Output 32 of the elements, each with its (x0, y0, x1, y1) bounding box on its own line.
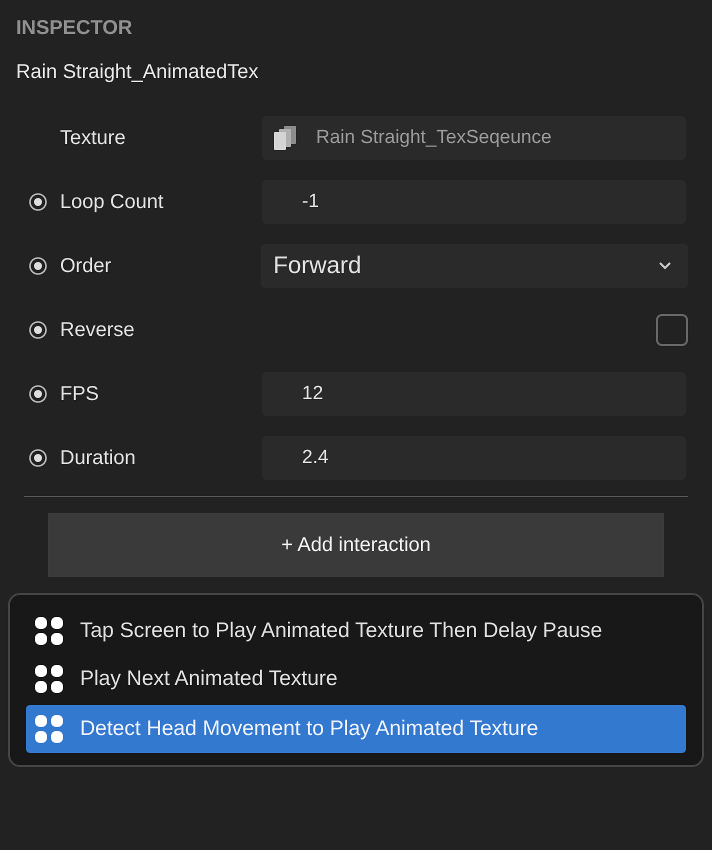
keyframe-radio-icon[interactable] (28, 448, 48, 468)
keyframe-radio-icon[interactable] (28, 384, 48, 404)
menu-item[interactable]: Tap Screen to Play Animated Texture Then Delay Pause (26, 607, 686, 655)
property-label: FPS (60, 382, 99, 407)
keyframe-radio-icon[interactable] (28, 320, 48, 340)
add-interaction-button[interactable]: + Add interaction (48, 513, 664, 577)
keyframe-radio-icon[interactable] (28, 192, 48, 212)
grid-icon (34, 664, 64, 694)
number-field[interactable]: -1 (262, 180, 686, 224)
menu-item[interactable]: Play Next Animated Texture (26, 655, 686, 703)
property-label: Reverse (60, 318, 134, 343)
property-label: Order (60, 254, 112, 279)
panel-title: INSPECTOR (16, 16, 134, 40)
menu-item-label: Play Next Animated Texture (80, 666, 338, 692)
property-label: Duration (60, 446, 136, 471)
keyframe-radio-icon[interactable] (28, 256, 48, 276)
object-name: Rain Straight_AnimatedTex (16, 60, 260, 84)
chevron-down-icon (658, 261, 672, 271)
number-field[interactable]: 2.4 (262, 436, 686, 480)
property-label: Texture (60, 126, 126, 151)
dropdown-value: Forward (273, 251, 362, 281)
menu-item[interactable]: Detect Head Movement to Play Animated Texture (26, 705, 686, 753)
menu-item-label: Tap Screen to Play Animated Texture Then Delay Pause (80, 618, 602, 644)
grid-icon (34, 616, 64, 646)
grid-icon (34, 714, 64, 744)
checkbox[interactable] (656, 314, 688, 346)
menu-item-label: Detect Head Movement to Play Animated Texture (80, 716, 538, 742)
order-dropdown[interactable]: Forward (261, 244, 688, 288)
asset-name: Rain Straight_TexSeqeunce (316, 126, 552, 150)
property-label: Loop Count (60, 190, 164, 215)
number-field[interactable]: 12 (262, 372, 686, 416)
asset-field[interactable]: Rain Straight_TexSeqeunce (262, 116, 686, 160)
